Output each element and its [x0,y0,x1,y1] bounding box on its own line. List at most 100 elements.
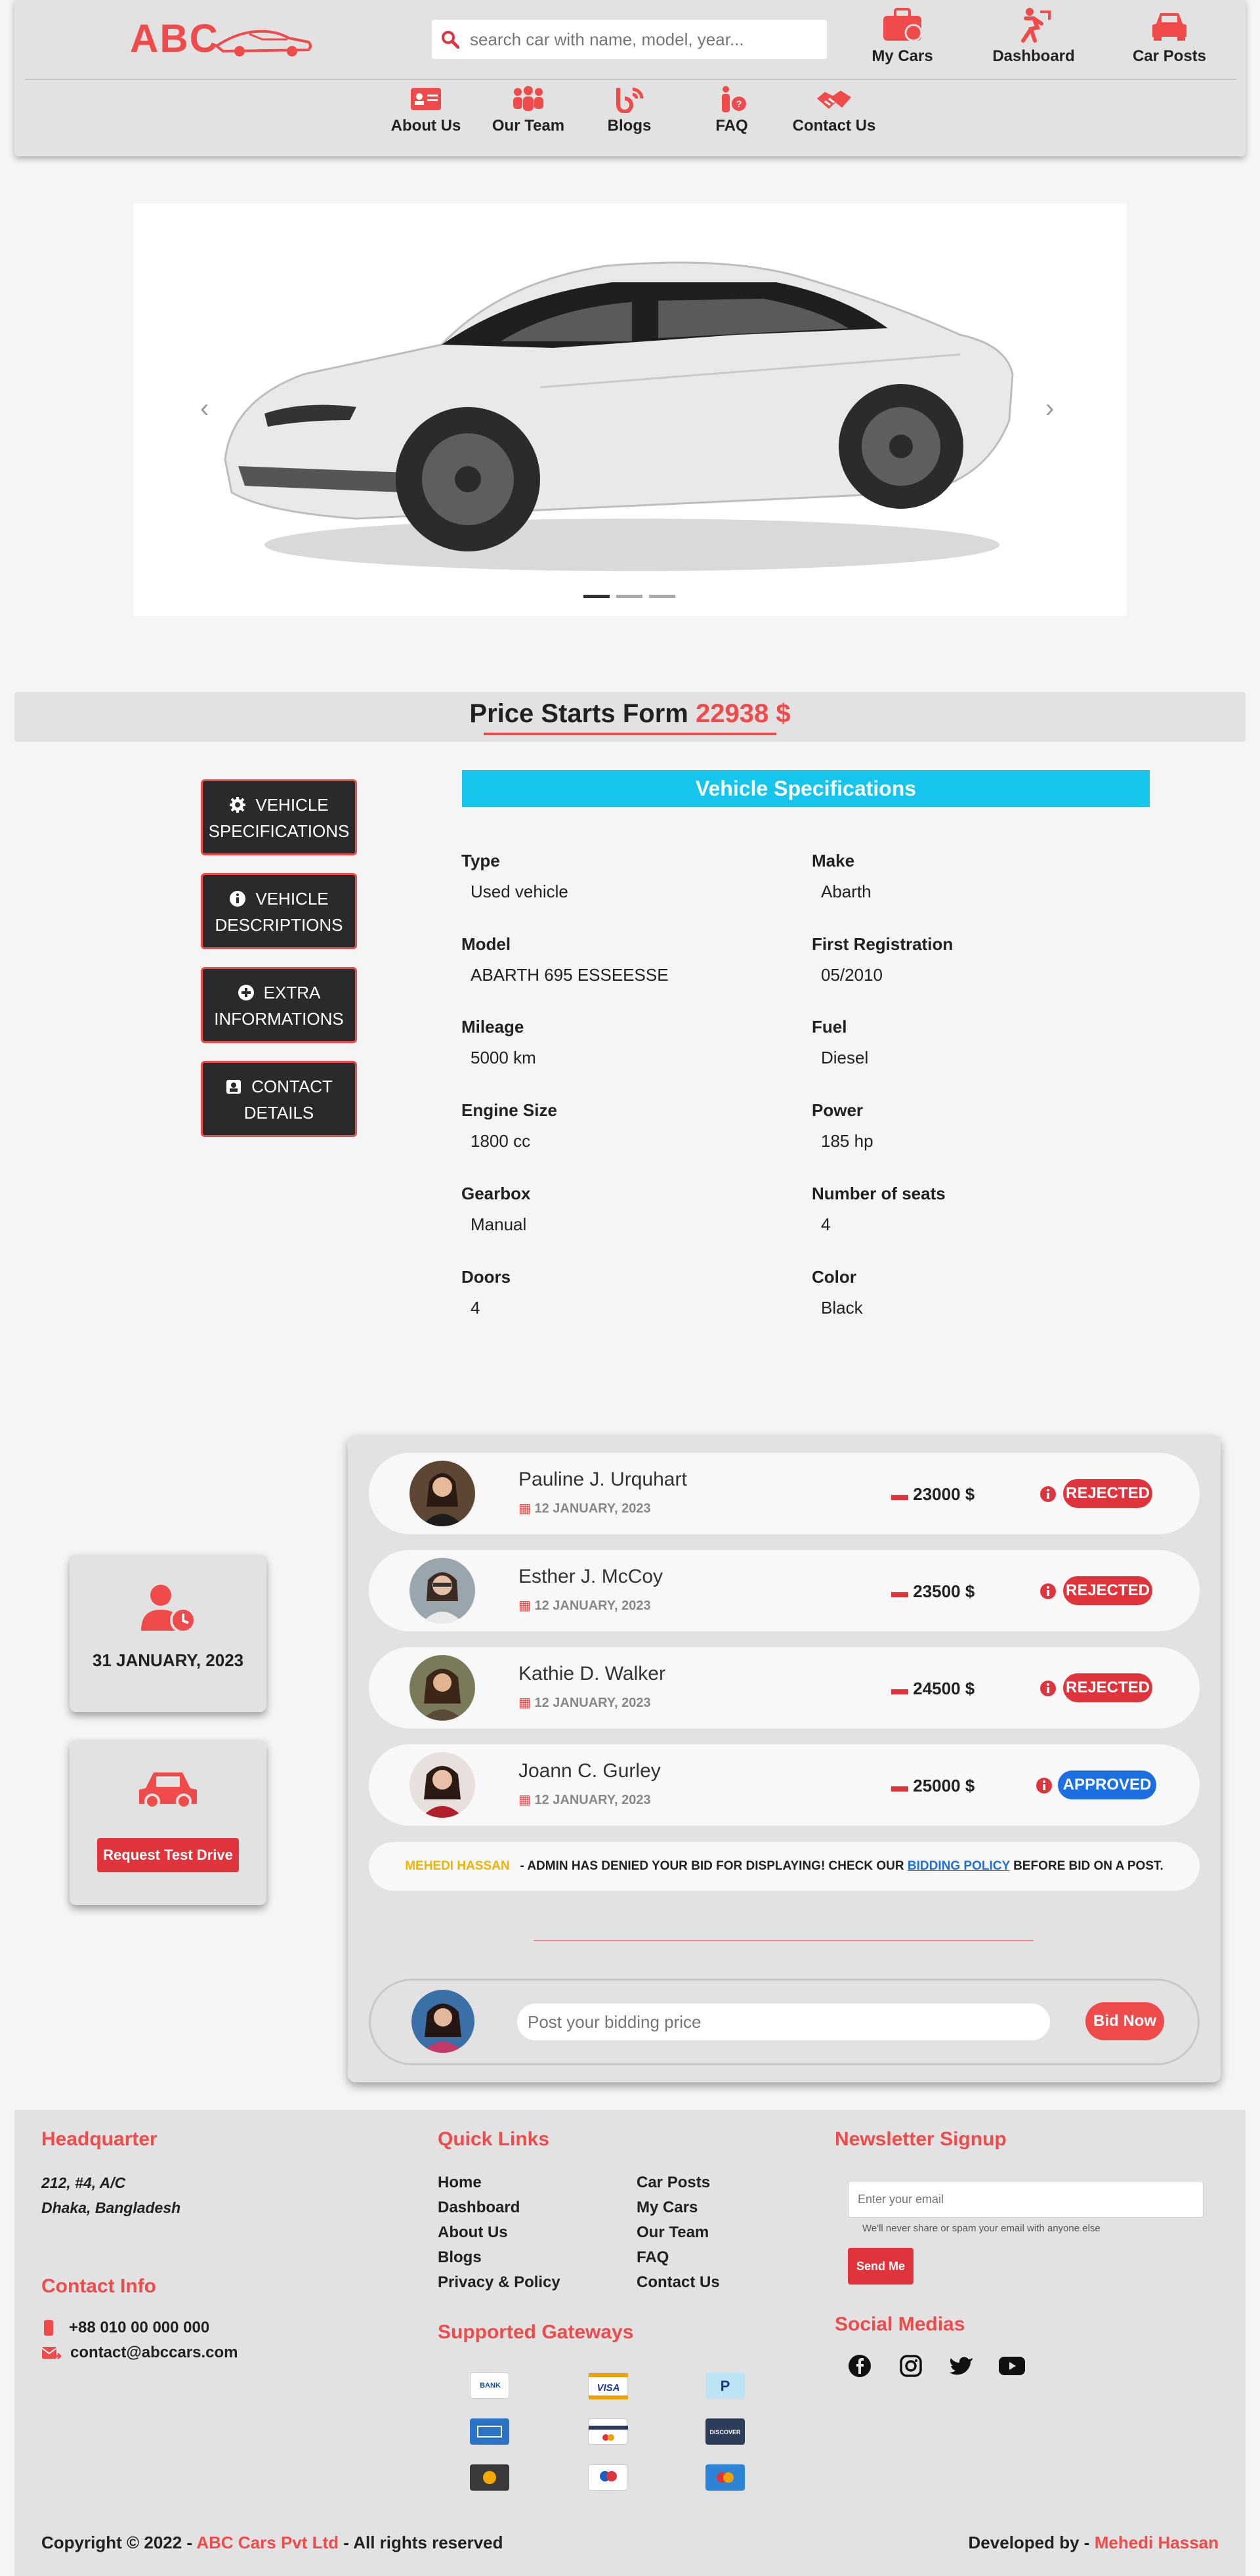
bid-amount: 24500 $ [913,1679,975,1698]
handshake-icon [817,91,851,109]
nav-our-team[interactable]: Our Team [479,85,578,135]
info-icon [230,891,246,907]
discover-icon: DISCOVER [705,2418,745,2445]
id-card-icon [411,88,441,110]
status-badge: REJECTED [1063,1479,1152,1508]
bid-date: 12 JANUARY, 2023 [534,1599,651,1613]
bidding-policy-link[interactable]: BIDDING POLICY [908,1859,1010,1873]
footer-link-about-us[interactable]: About Us [438,2220,560,2245]
spec-color: Color Black [812,1267,863,1318]
info-icon[interactable] [1040,1486,1057,1503]
spec-label: Make [812,851,855,870]
svg-text:VISA: VISA [597,2382,620,2394]
tab-vehicle-descriptions[interactable]: VEHICLE DESCRIPTIONS [201,873,357,949]
faq-person-icon: ? [722,86,746,112]
footer-link-privacy-policy[interactable]: Privacy & Policy [438,2270,560,2295]
tab-contact-details[interactable]: CONTACT DETAILS [201,1061,357,1137]
footer-link-my-cars[interactable]: My Cars [637,2195,720,2220]
company-name[interactable]: ABC Cars Pvt Ltd [196,2533,339,2552]
spec-value: 05/2010 [821,965,883,985]
contact-phone: +88 010 00 000 000 [41,2319,209,2337]
footer-link-our-team[interactable]: Our Team [637,2220,720,2245]
car-carousel[interactable] [133,204,1127,616]
spec-number-of-seats: Number of seats 4 [812,1184,946,1235]
spec-value: 1800 cc [471,1131,531,1151]
developer-name[interactable]: Mehedi Hassan [1095,2533,1219,2552]
twitter-icon[interactable] [949,2355,974,2376]
newsletter-email-input[interactable] [848,2181,1204,2218]
footer-link-blogs[interactable]: Blogs [438,2245,560,2270]
youtube-icon[interactable] [999,2357,1025,2375]
tab-extra-informations[interactable]: EXTRA INFORMATIONS [201,967,357,1043]
info-icon[interactable] [1040,1583,1057,1600]
spec-value: Diesel [821,1048,869,1067]
spec-label: Color [812,1267,856,1287]
carousel-prev-button[interactable]: ‹ [200,394,209,423]
spec-label: Type [461,851,500,870]
bid-now-button[interactable]: Bid Now [1085,2002,1164,2040]
calendar-icon: ▦ [518,1501,531,1516]
spec-value: 4 [471,1298,480,1318]
carousel-indicator-2[interactable] [616,595,642,598]
spec-value: Abarth [821,882,872,901]
request-test-drive-button[interactable]: Request Test Drive [97,1838,239,1872]
spec-fuel: Fuel Diesel [812,1017,868,1068]
specs-heading: Vehicle Specifications [462,770,1150,807]
nav-car-posts[interactable]: Car Posts [1120,7,1219,66]
carousel-next-button[interactable]: › [1045,394,1054,423]
bank-icon: BANK [470,2372,509,2399]
nav-label: My Cars [872,47,933,65]
tab-label: CONTACT [251,1077,333,1096]
nav-dashboard[interactable]: Dashboard [984,7,1083,66]
tab-vehicle-specifications[interactable]: VEHICLE SPECIFICATIONS [201,779,357,855]
visa-icon: VISA [588,2372,628,2399]
bid-amount: 23000 $ [913,1484,975,1504]
spec-label: Engine Size [461,1100,557,1120]
spec-value: 185 hp [821,1131,873,1151]
phone-icon [44,2320,53,2336]
bid-price-input[interactable] [517,2004,1050,2040]
test-drive-card: Request Test Drive [70,1740,266,1905]
svg-text:DISCOVER: DISCOVER [709,2429,741,2436]
nav-about-us[interactable]: About Us [377,85,475,135]
status-badge: REJECTED [1063,1576,1152,1605]
footer-link-dashboard[interactable]: Dashboard [438,2195,560,2220]
search-bar[interactable] [432,20,827,59]
spec-label: First Registration [812,934,954,954]
spec-value: Used vehicle [471,882,568,901]
carousel-indicator-1[interactable] [583,595,610,598]
nav-my-cars[interactable]: My Cars [853,7,952,66]
footer-link-car-posts[interactable]: Car Posts [637,2170,720,2195]
bidder-name: Pauline J. Urquhart [518,1469,687,1490]
bid-row: Joann C. Gurley ▦ 12 JANUARY, 2023 ▬ 250… [369,1744,1200,1826]
site-logo[interactable]: ABC [130,16,219,61]
team-icon [513,86,543,111]
carousel-indicator-3[interactable] [649,595,675,598]
avatar [411,1990,474,2053]
footer-link-contact-us[interactable]: Contact Us [637,2270,720,2295]
nav-blogs[interactable]: Blogs [580,85,679,135]
bidder-name: Esther J. McCoy [518,1566,663,1587]
tab-label: VEHICLE [255,889,329,909]
price-underline [484,733,776,735]
info-icon[interactable] [1036,1777,1053,1794]
spec-label: Fuel [812,1017,847,1037]
send-me-button[interactable]: Send Me [848,2248,914,2285]
nav-contact-us[interactable]: Contact Us [785,85,883,135]
quick-links-col1: Home Dashboard About Us Blogs Privacy & … [438,2170,560,2295]
search-icon [442,31,459,49]
money-icon: ▬ [891,1776,908,1795]
footer-link-home[interactable]: Home [438,2170,560,2195]
instagram-icon[interactable] [899,2354,923,2378]
nav-faq[interactable]: ? FAQ [682,85,781,135]
facebook-icon[interactable] [848,2354,872,2378]
date-card: 31 JANUARY, 2023 [70,1555,266,1712]
user-clock-icon [141,1585,196,1633]
spec-label: Doors [461,1267,511,1287]
footer-link-faq[interactable]: FAQ [637,2245,720,2270]
info-icon[interactable] [1040,1680,1057,1697]
search-input[interactable] [470,29,811,50]
spec-power: Power 185 hp [812,1100,873,1151]
contact-email[interactable]: contact@abccars.com [41,2344,238,2362]
spec-model: Model ABARTH 695 ESSEESSE [461,934,669,985]
